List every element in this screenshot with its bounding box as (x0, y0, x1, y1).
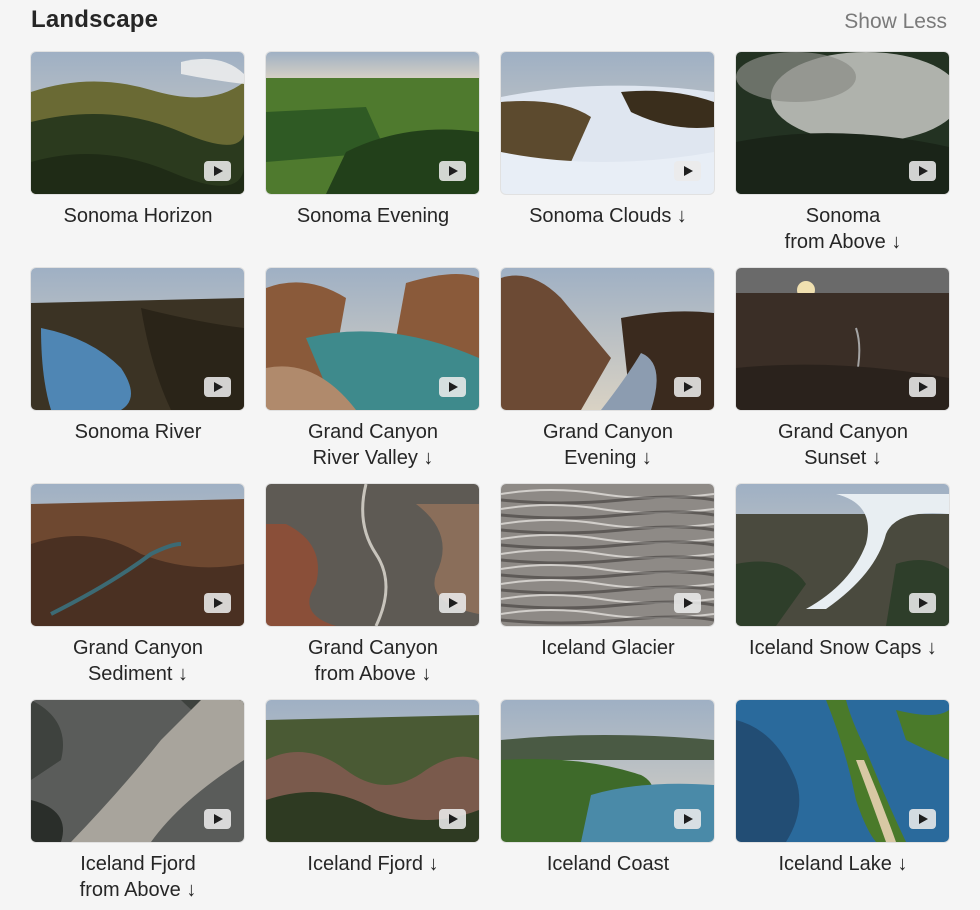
wallpaper-tile[interactable]: Iceland Fjord ↓ (266, 700, 480, 910)
section-title: Landscape (31, 6, 159, 33)
caption-line-1: Sonoma Clouds ↓ (529, 205, 687, 227)
wallpaper-tile[interactable]: Grand Canyon River Valley ↓ (266, 268, 480, 478)
wallpaper-thumbnail[interactable] (266, 484, 479, 626)
caption-line-2: from Above ↓ (314, 663, 432, 685)
wallpaper-thumbnail[interactable] (501, 700, 714, 842)
play-icon[interactable] (909, 161, 936, 181)
wallpaper-tile[interactable]: Iceland Glacier (501, 484, 715, 694)
caption-line-2: Sunset ↓ (804, 447, 882, 469)
wallpaper-caption: Iceland Lake ↓ (726, 851, 960, 877)
caption-line-1: Iceland Glacier (541, 637, 675, 659)
caption-line-2: Sediment ↓ (87, 663, 189, 685)
wallpaper-tile[interactable]: Grand Canyon from Above ↓ (266, 484, 480, 694)
play-icon[interactable] (204, 377, 231, 397)
wallpaper-caption: Sonoma River (21, 419, 255, 445)
caption-line-1: Grand Canyon (307, 637, 439, 659)
play-icon[interactable] (439, 377, 466, 397)
caption-line-1: Sonoma (805, 205, 881, 227)
wallpaper-tile[interactable]: Grand Canyon Sunset ↓ (736, 268, 950, 478)
caption-line-1: Iceland Fjord (80, 853, 196, 875)
wallpaper-caption: Grand Canyon from Above ↓ (256, 635, 490, 687)
wallpaper-thumbnail[interactable] (266, 700, 479, 842)
caption-line-1: Sonoma Evening (296, 205, 450, 227)
wallpaper-tile[interactable]: Iceland Fjord from Above ↓ (31, 700, 245, 910)
caption-line-1: Iceland Snow Caps ↓ (749, 637, 937, 659)
caption-line-1: Iceland Fjord ↓ (307, 853, 439, 875)
wallpaper-tile[interactable]: Sonoma River (31, 268, 245, 478)
caption-line-1: Sonoma River (74, 421, 202, 443)
wallpaper-caption: Iceland Glacier (491, 635, 725, 661)
wallpaper-thumbnail[interactable] (266, 268, 479, 410)
wallpaper-caption: Sonoma Clouds ↓ (491, 203, 725, 229)
caption-line-2: River Valley ↓ (312, 447, 434, 469)
wallpaper-caption: Iceland Fjord from Above ↓ (21, 851, 255, 903)
wallpaper-caption: Iceland Fjord ↓ (256, 851, 490, 877)
wallpaper-thumbnail[interactable] (501, 52, 714, 194)
play-icon[interactable] (439, 161, 466, 181)
play-icon[interactable] (674, 809, 701, 829)
play-icon[interactable] (204, 161, 231, 181)
caption-line-1: Sonoma Horizon (63, 205, 213, 227)
play-icon[interactable] (674, 377, 701, 397)
wallpaper-thumbnail[interactable] (31, 268, 244, 410)
show-less-button[interactable]: Show Less (844, 10, 947, 34)
caption-line-1: Iceland Lake ↓ (778, 853, 908, 875)
wallpaper-tile[interactable]: Iceland Lake ↓ (736, 700, 950, 910)
play-icon[interactable] (204, 593, 231, 613)
play-icon[interactable] (909, 377, 936, 397)
wallpaper-caption: Iceland Coast (491, 851, 725, 877)
wallpaper-thumbnail[interactable] (31, 484, 244, 626)
wallpaper-tile[interactable]: Sonoma Evening (266, 52, 480, 262)
wallpaper-tile[interactable]: Sonoma Clouds ↓ (501, 52, 715, 262)
wallpaper-thumbnail[interactable] (736, 484, 949, 626)
wallpaper-tile[interactable]: Grand Canyon Evening ↓ (501, 268, 715, 478)
wallpaper-thumbnail[interactable] (501, 268, 714, 410)
wallpaper-caption: Grand Canyon River Valley ↓ (256, 419, 490, 471)
wallpaper-tile[interactable]: Sonoma from Above ↓ (736, 52, 950, 262)
caption-line-1: Grand Canyon (72, 637, 204, 659)
wallpaper-thumbnail[interactable] (501, 484, 714, 626)
play-icon[interactable] (674, 593, 701, 613)
section-header: Landscape Show Less (0, 0, 980, 44)
wallpaper-thumbnail[interactable] (736, 700, 949, 842)
play-icon[interactable] (204, 809, 231, 829)
play-icon[interactable] (674, 161, 701, 181)
caption-line-2: from Above ↓ (784, 231, 902, 253)
caption-line-1: Grand Canyon (307, 421, 439, 443)
play-icon[interactable] (909, 593, 936, 613)
wallpaper-caption: Iceland Snow Caps ↓ (726, 635, 960, 661)
caption-line-2: Evening ↓ (564, 447, 652, 469)
wallpaper-thumbnail[interactable] (736, 268, 949, 410)
wallpaper-thumbnail[interactable] (31, 700, 244, 842)
wallpaper-thumbnail[interactable] (736, 52, 949, 194)
wallpaper-caption: Grand Canyon Evening ↓ (491, 419, 725, 471)
wallpaper-thumbnail[interactable] (31, 52, 244, 194)
wallpaper-caption: Sonoma Evening (256, 203, 490, 229)
play-icon[interactable] (439, 809, 466, 829)
wallpaper-tile[interactable]: Iceland Snow Caps ↓ (736, 484, 950, 694)
wallpaper-caption: Sonoma from Above ↓ (726, 203, 960, 255)
wallpaper-caption: Grand Canyon Sunset ↓ (726, 419, 960, 471)
play-icon[interactable] (909, 809, 936, 829)
caption-line-2: from Above ↓ (79, 879, 197, 901)
wallpaper-tile[interactable]: Sonoma Horizon (31, 52, 245, 262)
wallpaper-thumbnail[interactable] (266, 52, 479, 194)
wallpaper-tile[interactable]: Iceland Coast (501, 700, 715, 910)
caption-line-1: Grand Canyon (777, 421, 909, 443)
play-icon[interactable] (439, 593, 466, 613)
caption-line-1: Grand Canyon (542, 421, 674, 443)
wallpaper-tile[interactable]: Grand Canyon Sediment ↓ (31, 484, 245, 694)
wallpaper-caption: Sonoma Horizon (21, 203, 255, 229)
caption-line-1: Iceland Coast (546, 853, 670, 875)
wallpaper-caption: Grand Canyon Sediment ↓ (21, 635, 255, 687)
